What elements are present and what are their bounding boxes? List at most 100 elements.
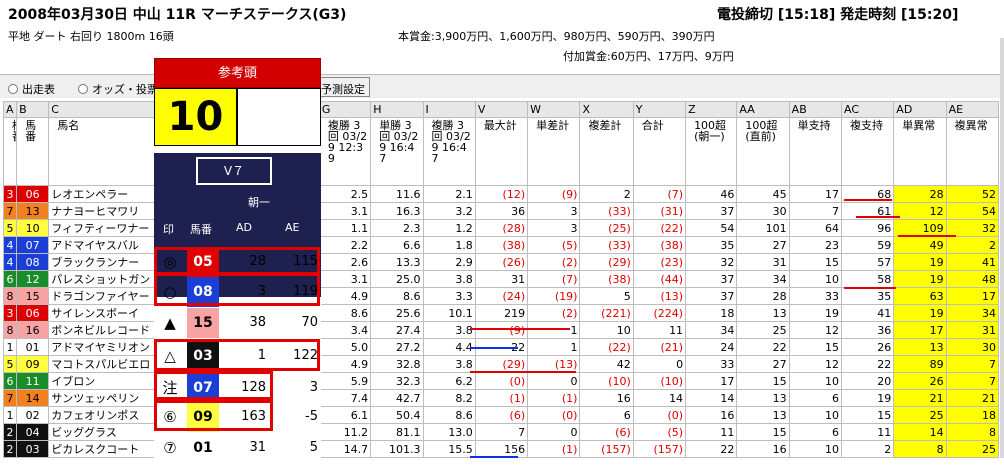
waku-cell: 6 <box>2 372 18 390</box>
cell-aa: 15 <box>736 423 790 441</box>
waku-cell: 3 <box>2 185 18 203</box>
uma-cell: 08 <box>16 253 50 271</box>
table-row[interactable]: 8 16 ボンネビルレコード 3.4 27.4 3.8 (9) 1 10 11 34 25 12 36 17… <box>2 321 1000 339</box>
col-letter[interactable]: A <box>2 101 18 118</box>
cell-w: (0) <box>527 406 581 424</box>
col-letter[interactable]: B <box>16 101 50 118</box>
cell-h: 13.3 <box>370 253 424 271</box>
header-cell[interactable]: 100超(直前) <box>736 117 790 186</box>
cell-ad: 25 <box>893 406 947 424</box>
col-letter[interactable]: I <box>422 101 476 118</box>
header-cell[interactable]: 馬名 <box>48 117 156 186</box>
radio-odds[interactable]: オッズ・投票 <box>78 81 158 97</box>
cell-v: 36 <box>474 202 529 220</box>
cell-ae: 30 <box>945 338 1000 356</box>
col-letter[interactable]: Y <box>632 101 687 118</box>
cell-y: (5) <box>632 423 687 441</box>
col-letter[interactable]: AD <box>893 101 947 118</box>
col-letter[interactable]: V <box>474 101 529 118</box>
table-row[interactable]: 6 11 イブロン 5.9 32.3 6.2 (0) 0 (10) (10) 17 15 10 20 26 7 <box>2 372 1000 390</box>
odds-grid: ABCGHIVWXYZAAABACADAE枠番馬番馬名複勝 3回 03/29 1… <box>2 101 1000 458</box>
cell-aa: 45 <box>736 185 790 203</box>
table-row[interactable]: 1 02 カフェオリンポス 6.1 50.4 8.6 (6) (0) 6 (0) 16 13 10 15 2… <box>2 406 1000 424</box>
cell-x: (25) <box>579 219 634 237</box>
radio-entries[interactable]: 出走表 <box>8 81 55 97</box>
uma-cell: 02 <box>16 406 50 424</box>
waku-cell: 2 <box>2 440 18 458</box>
table-row[interactable]: 4 07 アドマイヤスバル 2.2 6.6 1.8 (38) (5) (33) (38) 35 27 2… <box>2 236 1000 254</box>
cell-aa: 30 <box>736 202 790 220</box>
header-cell[interactable]: 複勝 3回 03/29 16:47 <box>422 117 476 186</box>
cell-aa: 34 <box>736 270 790 288</box>
horse-name-cell: アドマイヤミリオン <box>48 338 156 356</box>
header-cell[interactable]: 複差計 <box>579 117 634 186</box>
cell-x: 16 <box>579 389 634 407</box>
uma-cell: 07 <box>16 236 50 254</box>
table-row[interactable]: 5 09 マコトスパルビエロ 4.9 32.8 3.8 (29) (13) 42 0 33 27 12 2… <box>2 355 1000 373</box>
cell-g: 7.4 <box>318 389 372 407</box>
table-row[interactable]: 7 13 ナナヨーヒマワリ 3.1 16.3 3.2 36 3 (33) (31) 37 30 7 61 1… <box>2 202 1000 220</box>
uma-cell: 01 <box>16 338 50 356</box>
cell-h: 16.3 <box>370 202 424 220</box>
cell-ac: 36 <box>840 321 895 339</box>
cell-ac: 96 <box>840 219 895 237</box>
header-cell[interactable]: 単支持 <box>788 117 842 186</box>
col-letter[interactable]: X <box>579 101 634 118</box>
cell-aa: 13 <box>736 406 790 424</box>
waku-cell: 2 <box>2 423 18 441</box>
cell-h: 32.3 <box>370 372 424 390</box>
cell-y: (224) <box>632 304 687 322</box>
cell-v: 7 <box>474 423 529 441</box>
cell-w: (13) <box>527 355 581 373</box>
header-cell[interactable]: 合計 <box>632 117 687 186</box>
table-row[interactable]: 4 08 ブラックランナー 2.6 13.3 2.9 (26) (2) (29) (23) 32 31… <box>2 253 1000 271</box>
vertical-scrollbar[interactable] <box>1000 38 1004 458</box>
radio-icon <box>78 84 88 94</box>
header-cell[interactable]: 複異常 <box>945 117 1000 186</box>
header-cell[interactable]: 枠番 <box>2 117 18 186</box>
cell-w: (5) <box>527 236 581 254</box>
col-letter[interactable]: AE <box>945 101 1000 118</box>
table-row[interactable]: 2 04 ビッググラス 11.2 81.1 13.0 7 0 (6) (5) 11 15 6 11 14 8 <box>2 423 1000 441</box>
highlight-box <box>154 400 273 431</box>
cell-i: 1.8 <box>422 236 476 254</box>
header-cell[interactable]: 最大計 <box>474 117 529 186</box>
col-letter[interactable]: G <box>318 101 372 118</box>
table-row[interactable]: 8 15 ドラゴンファイヤー 4.9 8.6 3.3 (24) (19) 5 (13) 37 28 33… <box>2 287 1000 305</box>
header-cell[interactable]: 単勝 3回 03/29 16:47 <box>370 117 424 186</box>
waku-cell: 5 <box>2 355 18 373</box>
col-letter[interactable]: C <box>48 101 156 118</box>
pick-row: ▲ 15 38 70 <box>154 306 321 340</box>
col-num: 馬番 <box>190 223 212 236</box>
header-cell[interactable]: 単差計 <box>527 117 581 186</box>
table-row[interactable]: 7 14 サンツェッペリン 7.4 42.7 8.2 (1) (1) 16 14 14 13 6 19 21… <box>2 389 1000 407</box>
header-cell[interactable]: 複勝 3回 03/29 12:39 <box>318 117 372 186</box>
col-letter[interactable]: H <box>370 101 424 118</box>
cell-v: (6) <box>474 406 529 424</box>
header-cell[interactable]: 複支持 <box>840 117 895 186</box>
col-letter[interactable]: W <box>527 101 581 118</box>
cell-aa: 27 <box>736 355 790 373</box>
cell-i: 1.2 <box>422 219 476 237</box>
cell-ab: 6 <box>788 389 842 407</box>
header-cell[interactable]: 単異常 <box>893 117 947 186</box>
cell-ab: 17 <box>788 185 842 203</box>
cell-ad: 12 <box>893 202 947 220</box>
cell-ae: 21 <box>945 389 1000 407</box>
horse-name-cell: ドラゴンファイヤー <box>48 287 156 305</box>
cell-z: 22 <box>685 440 738 458</box>
table-row[interactable]: 3 06 サイレンスボーイ 8.6 25.6 10.1 219 (2) (221) (224) 18… <box>2 304 1000 322</box>
cell-w: 0 <box>527 372 581 390</box>
cell-z: 46 <box>685 185 738 203</box>
table-row[interactable]: 6 12 パレスショットガン 3.1 25.0 3.8 31 (7) (38) (44) 37 34 1… <box>2 270 1000 288</box>
table-row[interactable]: 2 03 ピカレスクコート 14.7 101.3 15.5 156 (1) (157) (157)… <box>2 440 1000 458</box>
cell-g: 2.5 <box>318 185 372 203</box>
table-row[interactable]: 5 10 フィフティーワナー 1.1 2.3 1.2 (28) 3 (25) (22) 54 101 6… <box>2 219 1000 237</box>
col-letter[interactable]: Z <box>685 101 738 118</box>
cell-g: 3.4 <box>318 321 372 339</box>
col-letter[interactable]: AA <box>736 101 790 118</box>
col-letter[interactable]: AB <box>788 101 842 118</box>
col-letter[interactable]: AC <box>840 101 895 118</box>
header-cell[interactable]: 馬番 <box>16 117 50 186</box>
header-cell[interactable]: 100超(朝一) <box>685 117 738 186</box>
